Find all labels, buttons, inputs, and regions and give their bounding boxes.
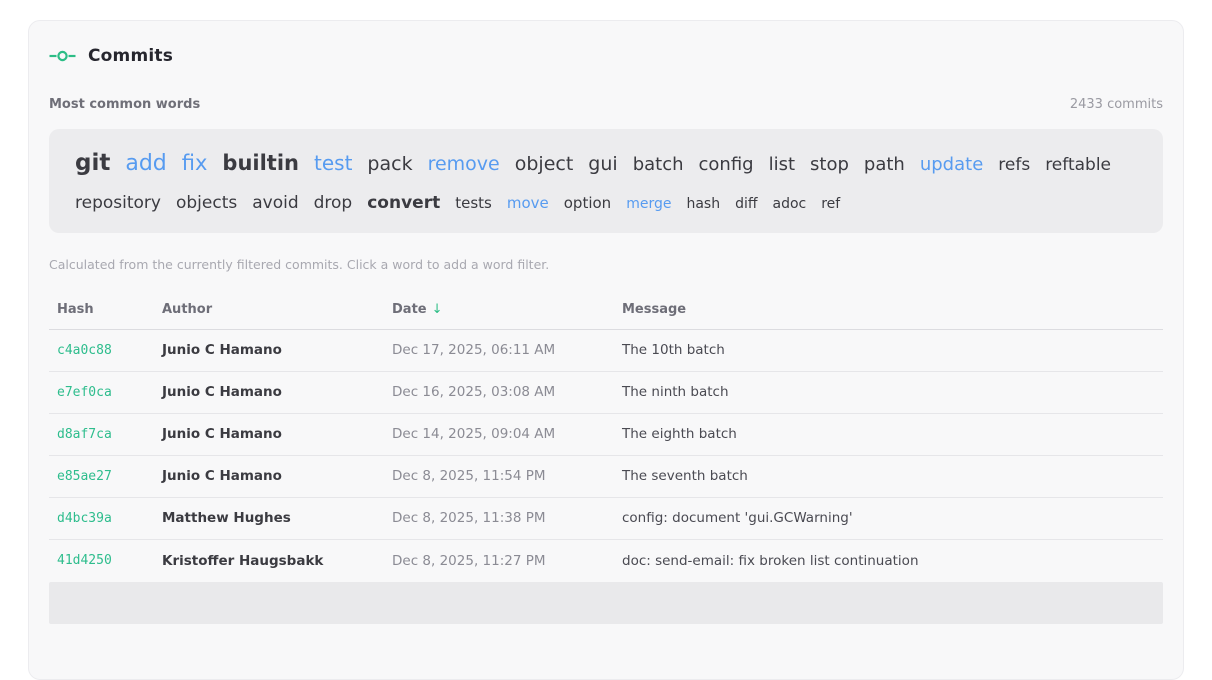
commit-hash-link[interactable]: 41d4250 — [49, 553, 154, 568]
commit-author: Matthew Hughes — [154, 510, 384, 526]
commit-message: The 10th batch — [614, 342, 1163, 358]
word-cloud-word[interactable]: diff — [735, 194, 757, 216]
table-row[interactable]: e7ef0ca Junio C Hamano Dec 16, 2025, 03:… — [49, 372, 1163, 414]
commit-message: The seventh batch — [614, 468, 1163, 484]
page-title: Commits — [88, 46, 173, 66]
commit-date: Dec 8, 2025, 11:38 PM — [384, 510, 614, 526]
word-cloud-word[interactable]: git — [75, 146, 110, 182]
commit-message: The ninth batch — [614, 384, 1163, 400]
table-row[interactable]: d8af7ca Junio C Hamano Dec 14, 2025, 09:… — [49, 414, 1163, 456]
word-cloud-caption: Calculated from the currently filtered c… — [49, 257, 1163, 272]
commit-message: The eighth batch — [614, 426, 1163, 442]
word-cloud-word[interactable]: test — [314, 148, 352, 179]
commit-message: config: document 'gui.GCWarning' — [614, 510, 1163, 526]
word-cloud-word[interactable]: batch — [633, 151, 684, 179]
commit-author: Junio C Hamano — [154, 342, 384, 358]
commit-hash-link[interactable]: d4bc39a — [49, 511, 154, 526]
word-cloud-word[interactable]: update — [920, 151, 983, 179]
commits-table: Hash Author Date ↓ Message c4a0c88 Junio … — [49, 290, 1163, 624]
sort-descending-icon: ↓ — [432, 302, 443, 317]
word-cloud-word[interactable]: pack — [367, 150, 412, 179]
word-cloud-word[interactable]: gui — [588, 150, 617, 179]
commit-message: doc: send-email: fix broken list continu… — [614, 553, 1163, 569]
word-cloud-word[interactable]: reftable — [1045, 152, 1111, 178]
commit-date: Dec 16, 2025, 03:08 AM — [384, 384, 614, 400]
most-common-words-label: Most common words — [49, 97, 200, 112]
word-cloud-word[interactable]: stop — [810, 151, 849, 179]
table-row[interactable]: e85ae27 Junio C Hamano Dec 8, 2025, 11:5… — [49, 456, 1163, 498]
word-cloud-word[interactable]: add — [125, 147, 166, 181]
commit-hash-link[interactable]: d8af7ca — [49, 427, 154, 442]
word-cloud-word[interactable]: refs — [998, 152, 1030, 178]
git-commit-icon — [49, 49, 76, 63]
word-cloud: gitaddfix builtin test pack remove object guib… — [49, 129, 1163, 233]
commits-card: Commits Most common words 2433 commits g… — [28, 20, 1184, 680]
commit-hash-link[interactable]: e7ef0ca — [49, 385, 154, 400]
column-header-message[interactable]: Message — [614, 302, 1163, 317]
word-cloud-word[interactable]: list — [769, 151, 795, 179]
table-row-partial[interactable] — [49, 582, 1163, 624]
word-cloud-word[interactable]: repository — [75, 190, 161, 216]
commit-author: Junio C Hamano — [154, 426, 384, 442]
word-cloud-word[interactable]: adoc — [773, 194, 807, 216]
commit-count-badge: 2433 commits — [1070, 97, 1163, 112]
table-row[interactable]: c4a0c88 Junio C Hamano Dec 17, 2025, 06:… — [49, 330, 1163, 372]
commit-author: Junio C Hamano — [154, 384, 384, 400]
word-cloud-word[interactable]: builtin — [222, 147, 299, 180]
word-cloud-word[interactable]: tests — [455, 192, 492, 215]
commit-hash-link[interactable]: c4a0c88 — [49, 343, 154, 358]
commit-author: Junio C Hamano — [154, 468, 384, 484]
word-cloud-word[interactable]: object — [515, 150, 574, 179]
word-cloud-word[interactable]: objects — [176, 190, 237, 216]
word-cloud-word[interactable]: merge — [626, 194, 671, 216]
column-header-date[interactable]: Date ↓ — [384, 302, 614, 317]
commit-author: Kristoffer Haugsbakk — [154, 553, 384, 569]
table-row[interactable]: d4bc39a Matthew Hughes Dec 8, 2025, 11:3… — [49, 498, 1163, 540]
commit-date: Dec 8, 2025, 11:54 PM — [384, 468, 614, 484]
table-row[interactable]: 41d4250 Kristoffer Haugsbakk Dec 8, 2025… — [49, 540, 1163, 582]
table-body: c4a0c88 Junio C Hamano Dec 17, 2025, 06:… — [49, 330, 1163, 582]
commit-date: Dec 14, 2025, 09:04 AM — [384, 426, 614, 442]
word-cloud-word[interactable]: convert — [367, 190, 440, 216]
card-header: Commits — [49, 45, 1163, 67]
column-header-author[interactable]: Author — [154, 302, 384, 317]
word-cloud-word[interactable]: hash — [686, 194, 720, 216]
column-header-hash[interactable]: Hash — [49, 302, 154, 317]
word-cloud-word[interactable]: move — [507, 192, 549, 215]
word-cloud-word[interactable]: option — [564, 192, 611, 215]
table-header-row: Hash Author Date ↓ Message — [49, 290, 1163, 330]
commit-date: Dec 17, 2025, 06:11 AM — [384, 342, 614, 358]
commit-date: Dec 8, 2025, 11:27 PM — [384, 553, 614, 569]
word-cloud-word[interactable]: avoid — [252, 190, 298, 216]
word-cloud-word[interactable]: path — [864, 151, 905, 179]
subheader: Most common words 2433 commits — [49, 97, 1163, 112]
word-cloud-word[interactable]: remove — [428, 150, 500, 179]
word-cloud-word[interactable]: fix — [182, 147, 208, 180]
word-cloud-word[interactable]: config — [699, 151, 754, 179]
word-cloud-word[interactable]: ref — [821, 194, 840, 216]
column-header-date-label: Date — [392, 302, 427, 317]
commit-hash-link[interactable]: e85ae27 — [49, 469, 154, 484]
word-cloud-word[interactable]: drop — [314, 190, 353, 216]
